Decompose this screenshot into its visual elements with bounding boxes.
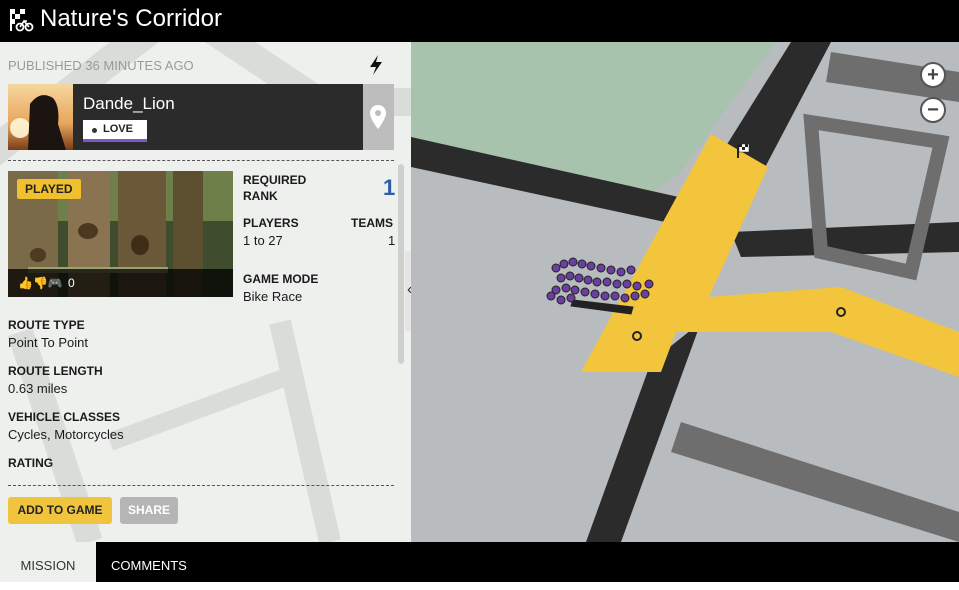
map-view[interactable]: + − [411, 42, 959, 542]
map-canvas [411, 42, 959, 542]
required-rank-label: REQUIRED RANK [243, 173, 307, 203]
vehicle-classes-value: Cycles, Motorcycles [8, 427, 124, 442]
players-value: 1 to 27 [243, 233, 283, 248]
vote-bar: 👍👎🎮 0 [8, 269, 233, 297]
map-pin-icon [370, 105, 386, 129]
add-to-game-button[interactable]: ADD TO GAME [8, 497, 112, 524]
zoom-out-button[interactable]: − [920, 97, 946, 123]
route-length-label: ROUTE LENGTH [8, 364, 103, 378]
played-badge: PLAYED [17, 179, 81, 199]
game-mode-value: Bike Race [243, 289, 303, 304]
published-time: PUBLISHED 36 MINUTES AGO [8, 58, 194, 73]
share-button[interactable]: SHARE [120, 497, 178, 524]
creator-card: Dande_Lion LOVE [8, 84, 394, 150]
scrollbar[interactable] [398, 164, 404, 364]
rating-label: RATING [8, 456, 54, 470]
zoom-in-button[interactable]: + [920, 62, 946, 88]
love-button[interactable]: LOVE [83, 120, 147, 142]
app-title: Nature's Corridor [40, 5, 222, 32]
divider [8, 160, 394, 161]
divider [8, 485, 394, 486]
love-label: LOVE [103, 123, 133, 135]
lightning-icon[interactable] [367, 54, 385, 76]
mission-thumbnail[interactable]: PLAYED 👍👎🎮 0 [8, 171, 233, 297]
route-type-value: Point To Point [8, 335, 88, 350]
checkered-flag-bike-icon [8, 7, 34, 33]
tab-comments[interactable]: COMMENTS [111, 542, 187, 582]
love-dot-icon [92, 128, 97, 133]
plus-icon: + [927, 64, 939, 86]
teams-label: TEAMS [351, 216, 393, 230]
game-mode-label: GAME MODE [243, 272, 319, 286]
location-button[interactable] [363, 84, 394, 150]
route-length-value: 0.63 miles [8, 381, 68, 396]
top-bar: Nature's Corridor [0, 0, 959, 42]
thumbs-votes-icon: 👍👎🎮 [18, 276, 63, 290]
creator-name[interactable]: Dande_Lion [83, 94, 175, 114]
mission-details-panel: PUBLISHED 36 MINUTES AGO Dande_Lion LOVE… [0, 42, 411, 542]
teams-value: 1 [388, 233, 396, 248]
bottom-tab-bar: MISSION COMMENTS [0, 542, 959, 582]
route-type-label: ROUTE TYPE [8, 318, 85, 332]
players-label: PLAYERS [243, 216, 299, 230]
minus-icon: − [927, 99, 939, 121]
tab-mission[interactable]: MISSION [0, 542, 96, 582]
avatar[interactable] [8, 84, 73, 150]
vote-count: 0 [68, 276, 75, 290]
required-rank-value: 1 [383, 175, 396, 200]
vehicle-classes-label: VEHICLE CLASSES [8, 410, 121, 424]
